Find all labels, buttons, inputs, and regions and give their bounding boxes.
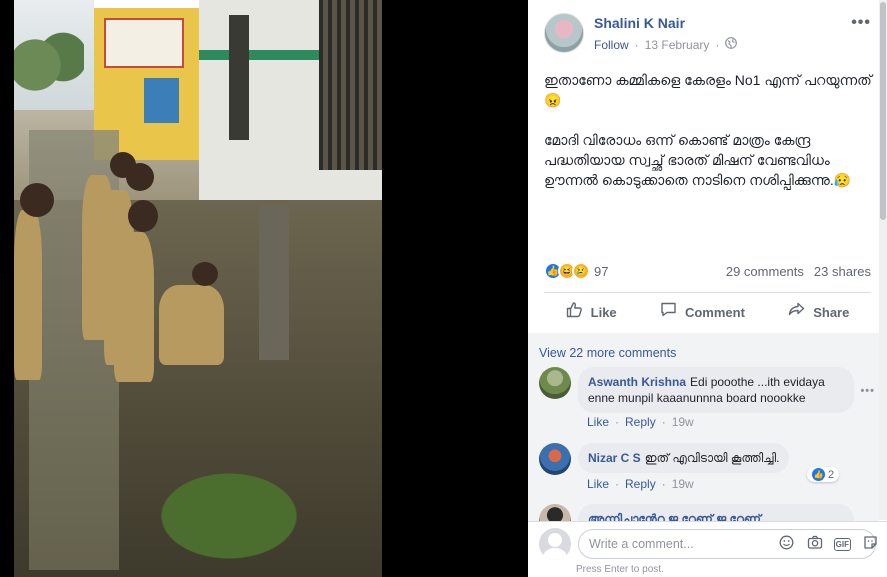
commenter-avatar[interactable]	[539, 504, 571, 521]
comment-bubble: അന്നിച്ചാന്റേറ ജ റേണ് ജ റേണ്	[578, 504, 854, 521]
comment-time[interactable]: 19w	[672, 415, 694, 429]
share-button[interactable]: Share	[788, 301, 849, 323]
comment-item: Aswanth Krishna Edi pooothe ...ith eviday…	[539, 367, 874, 431]
commenter-avatar[interactable]	[539, 367, 571, 399]
post-options-icon[interactable]: •••	[851, 14, 871, 32]
comment-options-icon[interactable]: •••	[860, 385, 875, 397]
post-panel: Shalini K Nair Follow · 13 February · ••…	[528, 0, 887, 577]
globe-icon[interactable]	[725, 37, 738, 52]
sticker-icon[interactable]	[861, 535, 879, 553]
photo-weeds	[124, 450, 334, 560]
photo-window	[229, 15, 249, 140]
commenter-avatar[interactable]	[539, 443, 571, 475]
gif-icon[interactable]: GIF	[833, 537, 851, 551]
post-counts: 29 comments 23 shares	[726, 264, 871, 279]
panel-scrollbar[interactable]	[879, 0, 887, 520]
comment-reply-link[interactable]: Reply	[625, 477, 656, 491]
photo-child-head	[20, 183, 54, 217]
photo-child-head	[128, 200, 158, 232]
comment-button-label: Comment	[684, 304, 745, 320]
photo-child-head	[192, 262, 218, 286]
reaction-count: 97	[594, 263, 609, 279]
shares-count-link[interactable]: 23 shares	[814, 264, 871, 279]
view-more-comments-link[interactable]: View 22 more comments	[539, 346, 676, 360]
comments-section: View 22 more comments Aswanth Krishna Edi…	[528, 333, 879, 521]
follow-link[interactable]: Follow	[594, 38, 629, 52]
comment-reaction-badge[interactable]: 👍 2	[807, 467, 840, 482]
composer-icons: GIF	[778, 529, 879, 559]
camera-icon[interactable]	[806, 535, 824, 553]
comment-bubble: Nizar C S ഇത് എവിടായി കൂത്തിച്ചി.	[578, 443, 790, 473]
comment-reply-link[interactable]: Reply	[625, 415, 656, 429]
post-date[interactable]: 13 February	[645, 38, 710, 52]
like-button[interactable]: Like	[566, 301, 617, 323]
divider	[544, 292, 871, 293]
comment-composer: Write a comment... GIF Press Enter to po…	[528, 521, 887, 577]
comment-icon	[660, 301, 677, 323]
photo-child-bending	[159, 285, 224, 365]
comment-like-link[interactable]: Like	[587, 415, 609, 429]
like-reaction-icon: 👍	[812, 468, 825, 481]
post-photo[interactable]	[14, 0, 382, 577]
photo-child	[14, 210, 42, 380]
photo-sign-board	[104, 18, 184, 68]
share-button-label: Share	[813, 304, 850, 320]
current-user-avatar	[539, 528, 571, 560]
post-meta: Follow · 13 February ·	[594, 37, 738, 52]
commenter-name[interactable]: Aswanth Krishna	[588, 375, 686, 389]
comment-item: Nizar C S ഇത് എവിടായി കൂത്തിച്ചി. 👍 2 Lik…	[539, 443, 869, 507]
photo-trees	[14, 25, 84, 105]
comment-actions: Like · Reply · 19w	[587, 415, 694, 429]
comments-count-link[interactable]: 29 comments	[726, 264, 804, 279]
meta-separator: ·	[634, 37, 639, 52]
comment-item: അന്നിച്ചാന്റേറ ജ റേണ് ജ റേണ്	[539, 504, 869, 521]
scrollbar-thumb[interactable]	[880, 2, 886, 220]
meta-separator: ·	[715, 37, 720, 52]
share-icon	[788, 301, 805, 323]
sad-reaction-icon: 😢	[572, 262, 590, 280]
author-name[interactable]: Shalini K Nair	[594, 15, 685, 31]
commenter-name[interactable]: Nizar C S	[588, 451, 641, 465]
like-button-label: Like	[590, 304, 617, 320]
author-avatar[interactable]	[544, 13, 584, 53]
press-enter-hint: Press Enter to post.	[576, 564, 664, 575]
comment-actions: Like · Reply · 19w	[587, 477, 694, 491]
reactions-summary[interactable]: 👍 😆 😢 97	[544, 262, 608, 280]
photo-barred-window	[319, 0, 382, 170]
comment-text: അന്നിച്ചാന്റേറ ജ റേണ് ജ റേണ്	[588, 512, 761, 521]
photo-viewer	[0, 0, 528, 577]
comment-time[interactable]: 19w	[672, 477, 694, 491]
comment-like-link[interactable]: Like	[587, 477, 609, 491]
comment-button[interactable]: Comment	[660, 301, 745, 323]
thumbs-up-icon	[566, 301, 583, 323]
post-actions: Like Comment Share	[544, 298, 871, 326]
photo-child	[114, 232, 154, 382]
post-text: ഇതാണോ കമ്മികളെ കേരളം No1 എന്ന് പറയുന്നത്…	[544, 72, 872, 188]
comment-bubble: Aswanth Krishna Edi pooothe ...ith eviday…	[578, 367, 854, 413]
comment-input-placeholder: Write a comment...	[589, 537, 694, 551]
emoji-icon[interactable]	[778, 535, 796, 553]
photo-hand-pump	[259, 205, 289, 360]
photo-child-head	[126, 163, 154, 191]
comment-reaction-count: 2	[828, 468, 835, 481]
comment-text: ഇത് എവിടായി കൂത്തിച്ചി.	[644, 451, 780, 465]
photo-blue-door	[144, 78, 179, 123]
